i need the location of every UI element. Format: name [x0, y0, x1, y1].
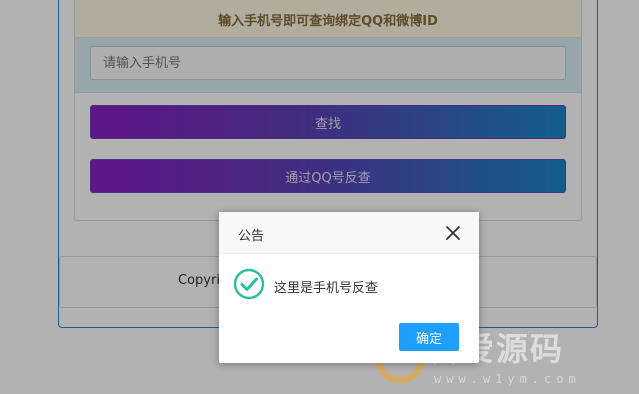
confirm-button-label: 确定: [415, 331, 442, 347]
dialog-message: 这里是手机号反查: [274, 281, 379, 296]
page: 输入手机号即可查询绑定QQ和微博ID 查找 通过QQ号反查 Copyri 吾爱源…: [0, 0, 639, 394]
close-icon[interactable]: [445, 225, 461, 241]
dialog-body: 这里是手机号反查: [219, 254, 479, 314]
success-check-icon: [233, 268, 265, 300]
dialog-header: 公告: [219, 212, 479, 254]
confirm-button[interactable]: 确定: [399, 323, 459, 351]
dialog-title: 公告: [238, 229, 265, 244]
announcement-dialog: 公告 这里是手机号反查 确定: [219, 212, 479, 363]
